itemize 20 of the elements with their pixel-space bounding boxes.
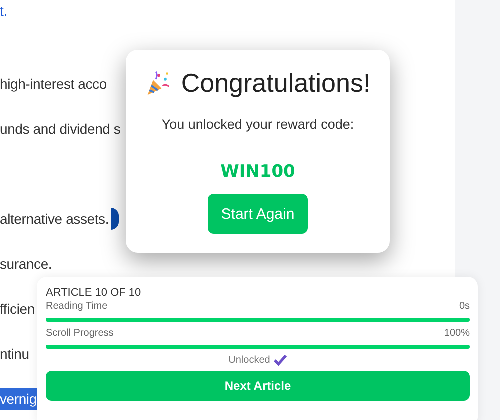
- meter-reading: 100%: [444, 328, 470, 339]
- article-link[interactable]: t.: [0, 0, 8, 22]
- article-text: fficien: [0, 300, 35, 318]
- article-text: alternative assets.: [0, 210, 110, 228]
- article-counter: ARTICLE 10 OF 10: [46, 287, 142, 299]
- meter-reading: 0s: [459, 301, 470, 312]
- next-article-button[interactable]: Next Article: [46, 371, 470, 401]
- article-text: surance.: [0, 254, 52, 274]
- start-again-button[interactable]: Start Again: [208, 194, 308, 234]
- article-text: high-interest acco: [0, 74, 107, 94]
- article-text: vernig: [0, 388, 37, 410]
- reward-code: WIN100: [220, 162, 296, 182]
- meter-label: Scroll Progress: [46, 328, 114, 339]
- party-popper-icon: [145, 70, 172, 96]
- dialog-message: You unlocked your reward code:: [162, 117, 354, 132]
- article-text: ntinu: [0, 344, 30, 364]
- dialog-title: Congratulations!: [181, 68, 371, 99]
- meter-label: Reading Time: [46, 301, 108, 312]
- status-text: Unlocked: [228, 355, 270, 366]
- article-text: unds and dividend s: [0, 120, 121, 138]
